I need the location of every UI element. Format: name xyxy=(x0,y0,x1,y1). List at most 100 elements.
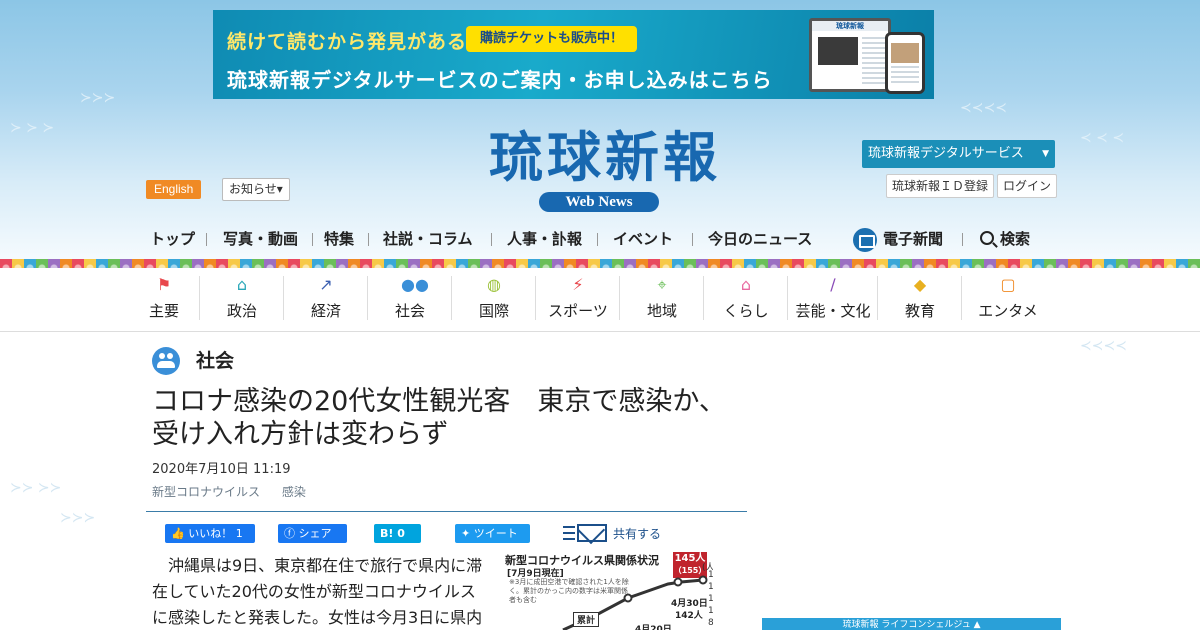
share-mail-button[interactable]: 共有する xyxy=(563,522,661,544)
nav-e-newspaper-label: 電子新聞 xyxy=(883,230,944,248)
data-point xyxy=(673,577,683,587)
article-date: 2020年7月10日 11:19 xyxy=(152,462,291,477)
category-education[interactable]: ◆ 教育 xyxy=(900,270,940,326)
category-divider xyxy=(787,276,788,320)
side-panel-title: 琉球新報 ライフコンシェルジュ xyxy=(842,620,971,630)
fish-decoration-icon: ≺≺≺≺ xyxy=(960,100,1007,116)
category-politics[interactable]: ⌂ 政治 xyxy=(222,270,262,326)
desktop-mockup: 琉球新報 xyxy=(809,18,891,92)
share-mail-label: 共有する xyxy=(613,526,662,541)
category-main[interactable]: ⚑ 主要 xyxy=(146,270,182,326)
search-icon xyxy=(980,231,994,245)
english-button[interactable]: English xyxy=(146,180,202,199)
article-divider xyxy=(146,511,747,512)
category-living[interactable]: ⌂ くらし xyxy=(722,270,770,326)
category-label: 国際 xyxy=(478,302,509,320)
id-register-button[interactable]: 琉球新報ＩＤ登録 xyxy=(886,174,995,198)
article-title: コロナ感染の20代女性観光客 東京で感染か、受け入れ方針は変わらず xyxy=(152,386,726,450)
nav-events[interactable]: イベント xyxy=(613,226,673,252)
axis-tick: 80 xyxy=(708,618,713,628)
life-concierge-panel[interactable]: 琉球新報 ライフコンシェルジュ ▲ xyxy=(762,618,1061,630)
fish-decoration-icon: ≻≻≻ xyxy=(80,90,116,106)
digital-service-dropdown[interactable]: 琉球新報デジタルサービス ▼ xyxy=(862,140,1055,168)
category-international[interactable]: ◍ 国際 xyxy=(474,270,514,326)
people-icon: ●● xyxy=(401,275,429,294)
flag-icon: ⚑ xyxy=(156,275,172,294)
category-divider xyxy=(535,276,536,320)
fish-decoration-icon: ≻≻≻ xyxy=(60,510,96,526)
tag-link[interactable]: 感染 xyxy=(282,485,306,499)
site-logo[interactable]: 琉球新報 xyxy=(455,127,755,187)
house-icon: ⌂ xyxy=(740,275,752,294)
category-label: くらし xyxy=(723,302,769,320)
hatena-bookmark-button[interactable]: B! 0 xyxy=(374,524,421,543)
tv-icon: ▢ xyxy=(1000,275,1016,294)
twitter-bird-icon: ✦ xyxy=(461,527,471,540)
runner-icon: ⚡ xyxy=(572,275,584,294)
nav-divider xyxy=(312,233,313,246)
pin-icon: ⌖ xyxy=(657,275,667,294)
nav-photo-video[interactable]: 写真・動画 xyxy=(223,226,298,252)
news-dropdown-button[interactable]: お知らせ▾ xyxy=(222,178,290,201)
banner-ticket-badge: 購読チケットも販売中！ xyxy=(466,26,638,52)
category-bottom-rule xyxy=(0,331,1200,332)
fish-decoration-icon: ≺≺≺≺ xyxy=(1080,338,1127,354)
nav-divider xyxy=(692,233,693,246)
site-logo-subtitle: Web News xyxy=(539,192,659,212)
category-label: スポーツ xyxy=(548,302,608,320)
category-economy[interactable]: ↗ 経済 xyxy=(306,270,346,326)
graduation-cap-icon: ◆ xyxy=(913,275,927,294)
cumulative-label-box: 累計 xyxy=(573,612,600,627)
fish-decoration-icon: ≻≻ ≻≻ xyxy=(10,480,62,496)
caret-down-icon: ▼ xyxy=(1042,149,1049,159)
nav-divider xyxy=(368,233,369,246)
banner-subline: 琉球新報デジタルサービスのご案内・お申し込みはこちら xyxy=(227,68,773,92)
category-arts-culture[interactable]: ∕ 芸能・文化 xyxy=(793,270,873,326)
covid-status-infographic[interactable]: 新型コロナウイルス県関係状況 [7月9日現在] ※3月に成田空港で確認された1人… xyxy=(503,552,713,630)
facebook-icon: ⓕ xyxy=(284,527,295,540)
tag-link[interactable]: 新型コロナウイルス xyxy=(152,485,260,499)
nav-personnel-obituary[interactable]: 人事・訃報 xyxy=(507,226,582,252)
nav-divider xyxy=(962,233,963,246)
category-divider xyxy=(199,276,200,320)
section-title[interactable]: 社会 xyxy=(196,348,234,374)
nav-divider xyxy=(491,233,492,246)
nav-todays-news[interactable]: 今日のニュース xyxy=(708,226,812,252)
category-label: 政治 xyxy=(226,302,257,320)
category-entertainment[interactable]: ▢ エンタメ xyxy=(976,270,1040,326)
login-button[interactable]: ログイン xyxy=(997,174,1058,198)
like-label: いいね！ 1 xyxy=(188,527,243,540)
label-apr20: 4月20日 xyxy=(635,625,672,630)
category-society[interactable]: ●● 社会 xyxy=(390,270,430,326)
sanshin-icon: ∕ xyxy=(830,275,836,294)
mail-icon xyxy=(563,522,609,544)
label-apr30-count: 142人 xyxy=(675,611,703,621)
category-divider xyxy=(451,276,452,320)
chevron-up-icon: ▲ xyxy=(973,620,981,630)
category-label: 芸能・文化 xyxy=(795,302,871,320)
device-mockup-image: 琉球新報 xyxy=(809,18,927,96)
category-region[interactable]: ⌖ 地域 xyxy=(642,270,682,326)
nav-editorial-column[interactable]: 社説・コラム xyxy=(383,226,473,252)
nav-e-newspaper[interactable]: 電子新聞 xyxy=(853,226,943,252)
nav-search[interactable]: 検索 xyxy=(980,226,1030,252)
category-divider xyxy=(703,276,704,320)
category-label: 経済 xyxy=(310,302,341,320)
digital-service-banner[interactable]: 続けて読むから発見がある 購読チケットも販売中！ 琉球新報デジタルサービスのご案… xyxy=(213,10,934,99)
decorative-wave-border xyxy=(0,259,1200,268)
tweet-button[interactable]: ✦ ツイート xyxy=(455,524,530,543)
nav-features[interactable]: 特集 xyxy=(324,226,354,252)
category-label: 社会 xyxy=(394,302,425,320)
category-sports[interactable]: ⚡ スポーツ xyxy=(546,270,610,326)
category-label: 地域 xyxy=(646,302,677,320)
article-tags: 新型コロナウイルス 感染 xyxy=(152,483,324,500)
parliament-icon: ⌂ xyxy=(236,275,248,294)
mockup-title: 琉球新報 xyxy=(812,21,888,31)
facebook-like-button[interactable]: 👍 いいね！ 1 xyxy=(165,524,255,543)
nav-top[interactable]: トップ xyxy=(150,226,195,252)
chart-icon: ↗ xyxy=(319,275,333,294)
nav-divider xyxy=(206,233,207,246)
facebook-share-button[interactable]: ⓕ シェア xyxy=(278,524,347,543)
newspaper-icon xyxy=(853,227,877,252)
data-point xyxy=(623,593,633,603)
